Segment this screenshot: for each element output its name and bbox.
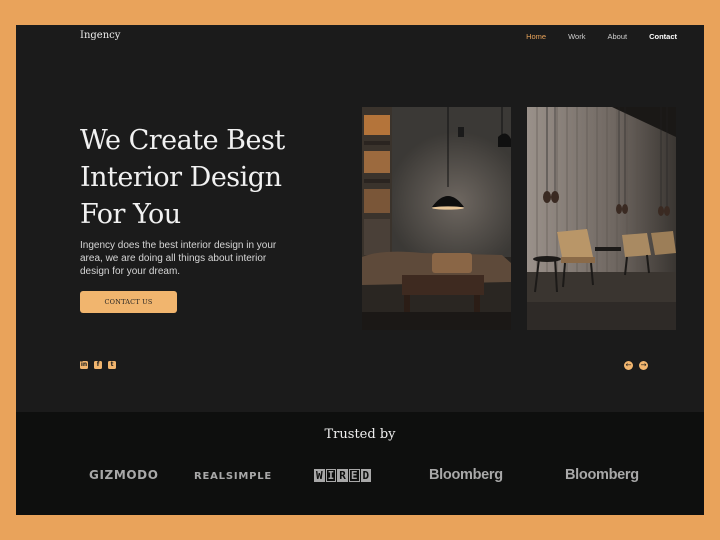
arrow-left-icon[interactable]: ← [624,361,633,370]
social-links: in f t [80,361,116,369]
hero-description-line: design for your dream. [80,266,181,277]
hero-title-line: Interior Design [80,162,282,193]
wired-letter: D [360,469,372,482]
nav-links: Home Work About Contact [504,32,677,41]
brand-logo-bloomberg: Bloomberg [429,467,503,483]
brand-logo-wired: WIRED [314,469,372,482]
brand-logo-gizmodo: GIZMODO [89,468,159,482]
interior-photo-lounge [362,107,511,330]
hero-description-line: Ingency does the best interior design in… [80,240,277,251]
facebook-icon[interactable]: f [94,361,102,369]
nav-work[interactable]: Work [568,32,585,41]
brand-logo-realsimple: REALSIMPLE [194,471,273,482]
top-nav: Ingency Home Work About Contact [16,25,704,49]
wired-letter: I [325,469,337,482]
nav-about[interactable]: About [607,32,627,41]
wired-letter: R [337,469,348,482]
landing-page: Ingency Home Work About Contact We Creat… [16,25,704,515]
hero-title-line: For You [80,199,181,230]
arrow-right-icon[interactable]: → [639,361,648,370]
brand-logo-wired-text: WIRED [314,469,372,482]
linkedin-icon[interactable]: in [80,361,88,369]
hero-description-line: area, we are doing all things about inte… [80,253,267,264]
wired-letter: E [348,469,360,482]
contact-us-button[interactable]: CONTACT US [80,291,177,313]
nav-contact[interactable]: Contact [649,32,677,41]
trusted-by-section: Trusted by GIZMODO REALSIMPLE WIRED Bloo… [16,412,704,515]
twitter-icon[interactable]: t [108,361,116,369]
carousel-controls: ← → [624,361,648,370]
hero-title: We Create Best Interior Design For You [80,122,340,233]
brand-logo-bloomberg: Bloomberg [565,467,639,483]
trusted-by-title: Trusted by [324,427,396,442]
hero-description: Ingency does the best interior design in… [80,239,310,278]
logo[interactable]: Ingency [80,30,120,41]
hero-title-line: We Create Best [80,125,285,156]
nav-home[interactable]: Home [526,32,546,41]
interior-photo-lobby [527,107,676,330]
wired-letter: W [314,469,325,482]
